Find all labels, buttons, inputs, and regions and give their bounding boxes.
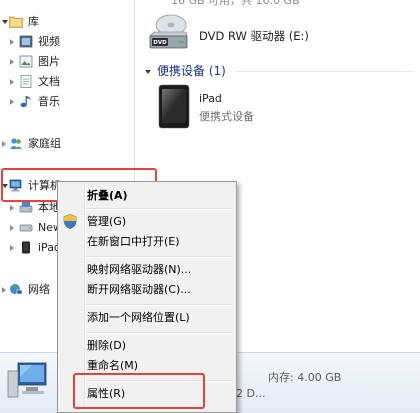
nav-label: 视频 bbox=[38, 35, 60, 48]
nav-label: 库 bbox=[28, 15, 39, 28]
menu-item-add-network-location[interactable]: 添加一个网络位置(L) bbox=[87, 308, 190, 328]
nav-ipad[interactable]: iPad bbox=[0, 239, 60, 257]
nav-label: 文档 bbox=[38, 75, 60, 88]
nav-libraries[interactable]: 库 bbox=[0, 13, 134, 31]
nav-documents[interactable]: 文档 bbox=[0, 73, 134, 91]
shield-icon bbox=[63, 214, 77, 229]
nav-network[interactable]: 网络 bbox=[0, 281, 60, 299]
group-header-label: 便携设备 (1) bbox=[157, 64, 226, 78]
expand-arrow-icon[interactable] bbox=[2, 20, 8, 24]
nav-label: 音乐 bbox=[38, 95, 60, 108]
memory-text: 内存: 4.00 GB bbox=[268, 371, 342, 384]
ipad-device-name: iPad bbox=[199, 92, 222, 105]
nav-videos[interactable]: 视频 bbox=[0, 33, 134, 51]
picture-library-icon bbox=[19, 55, 33, 68]
computer-icon bbox=[7, 362, 47, 398]
group-divider bbox=[235, 71, 414, 72]
drive-free-space-text: 16 GB 可用，共 16.0 GB bbox=[171, 0, 300, 7]
drive-icon bbox=[19, 224, 33, 232]
ipad-device-type: 便携式设备 bbox=[199, 110, 254, 123]
nav-label: 网络 bbox=[28, 283, 50, 296]
nav-music[interactable]: 音乐 bbox=[0, 93, 134, 111]
menu-item-disconnect-network-drive[interactable]: 断开网络驱动器(C)... bbox=[87, 280, 191, 300]
drive-icon bbox=[19, 202, 33, 213]
expand-arrow-icon[interactable] bbox=[2, 287, 6, 293]
dvd-drive-item[interactable]: DVD DVD RW 驱动器 (E:) bbox=[147, 12, 387, 54]
menu-item-open-new-window[interactable]: 在新窗口中打开(E) bbox=[87, 232, 180, 252]
document-library-icon bbox=[20, 75, 32, 88]
menu-item-map-network-drive[interactable]: 映射网络驱动器(N)... bbox=[87, 260, 191, 280]
processor-text: 2 D... bbox=[236, 387, 266, 400]
expand-arrow-icon[interactable] bbox=[10, 79, 14, 85]
music-library-icon bbox=[20, 96, 31, 108]
menu-separator bbox=[86, 332, 233, 334]
expand-arrow-icon[interactable] bbox=[10, 225, 14, 231]
collapse-arrow-icon[interactable] bbox=[145, 69, 151, 74]
nav-pictures[interactable]: 图片 bbox=[0, 53, 134, 71]
expand-arrow-icon[interactable] bbox=[10, 245, 14, 251]
expand-arrow-icon[interactable] bbox=[10, 205, 14, 211]
menu-separator bbox=[86, 256, 233, 258]
nav-homegroup[interactable]: 家庭组 bbox=[0, 135, 134, 153]
ipad-device-item[interactable]: iPad 便携式设备 bbox=[157, 84, 357, 132]
dvd-icon-text: DVD bbox=[153, 40, 167, 46]
menu-separator bbox=[86, 208, 233, 210]
highlight-box-properties bbox=[73, 373, 205, 409]
expand-arrow-icon[interactable] bbox=[10, 39, 14, 45]
video-library-icon bbox=[19, 35, 33, 48]
nav-label: 图片 bbox=[38, 55, 60, 68]
dvd-drive-icon: DVD bbox=[149, 14, 188, 49]
expand-arrow-icon[interactable] bbox=[2, 141, 6, 147]
expand-arrow-icon[interactable] bbox=[10, 99, 14, 105]
dvd-drive-label: DVD RW 驱动器 (E:) bbox=[199, 29, 309, 43]
homegroup-icon bbox=[10, 138, 22, 149]
folder-library-icon bbox=[9, 16, 23, 28]
nav-new-volume[interactable]: New bbox=[0, 219, 60, 237]
expand-arrow-icon[interactable] bbox=[10, 59, 14, 65]
menu-separator bbox=[86, 304, 233, 306]
menu-item-manage[interactable]: 管理(G) bbox=[87, 212, 126, 232]
ipad-icon bbox=[22, 241, 30, 254]
network-icon bbox=[10, 284, 23, 295]
portable-devices-group-header[interactable]: 便携设备 (1) bbox=[145, 62, 226, 79]
menu-item-delete[interactable]: 删除(D) bbox=[87, 336, 126, 356]
menu-item-collapse[interactable]: 折叠(A) bbox=[87, 186, 128, 206]
nav-label: 家庭组 bbox=[28, 137, 61, 150]
ipad-icon bbox=[158, 84, 190, 129]
